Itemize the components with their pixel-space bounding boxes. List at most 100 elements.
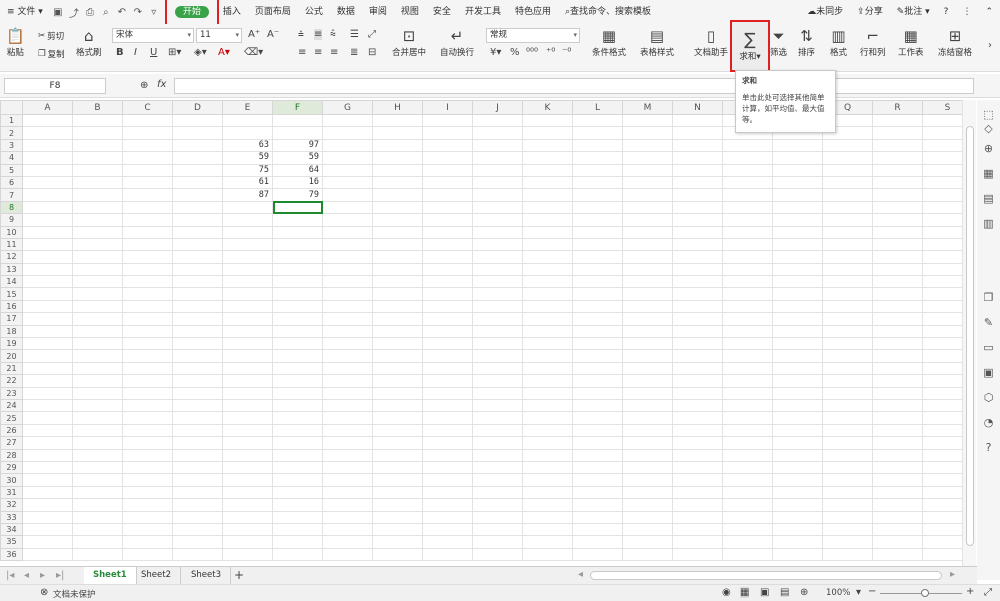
cell-H24[interactable] <box>372 398 423 413</box>
cell-L10[interactable] <box>572 225 623 239</box>
cell-J19[interactable] <box>472 337 523 351</box>
cell-J35[interactable] <box>472 535 523 549</box>
cell-B33[interactable] <box>72 510 123 524</box>
cell-M21[interactable] <box>622 361 673 376</box>
cell-M27[interactable] <box>622 436 673 450</box>
cell-J31[interactable] <box>472 485 523 500</box>
cell-M33[interactable] <box>622 510 673 524</box>
cell-K14[interactable] <box>522 275 573 289</box>
cell-O14[interactable] <box>722 275 773 289</box>
cell-K29[interactable] <box>522 460 573 475</box>
cell-R27[interactable] <box>872 436 923 450</box>
fx-icon[interactable]: fx <box>157 79 166 90</box>
cell-B13[interactable] <box>72 262 123 277</box>
cell-N28[interactable] <box>672 448 723 462</box>
cell-C9[interactable] <box>122 213 173 227</box>
cell-Q15[interactable] <box>822 287 873 301</box>
cell-P16[interactable] <box>772 299 823 314</box>
cell-D19[interactable] <box>172 337 223 351</box>
cell-M28[interactable] <box>622 448 673 462</box>
cell-O17[interactable] <box>722 312 773 326</box>
cell-N8[interactable] <box>672 200 723 215</box>
cell-P36[interactable] <box>772 547 823 562</box>
cell-L5[interactable] <box>572 163 623 177</box>
cell-B21[interactable] <box>72 361 123 376</box>
cell-B17[interactable] <box>72 312 123 326</box>
cell-A36[interactable] <box>22 547 73 562</box>
cell-B25[interactable] <box>72 411 123 425</box>
cell-I5[interactable] <box>422 163 473 177</box>
cell-C19[interactable] <box>122 337 173 351</box>
cell-B10[interactable] <box>72 225 123 239</box>
clear-icon[interactable]: ⌫▾ <box>244 47 263 58</box>
cell-M18[interactable] <box>622 324 673 339</box>
cell-N26[interactable] <box>672 423 723 438</box>
cell-H17[interactable] <box>372 312 423 326</box>
cell-I22[interactable] <box>422 374 473 388</box>
cell-L20[interactable] <box>572 349 623 363</box>
cell-R17[interactable] <box>872 312 923 326</box>
cell-O11[interactable] <box>722 237 773 252</box>
cell-L9[interactable] <box>572 213 623 227</box>
cell-S24[interactable] <box>922 398 962 413</box>
cell-M22[interactable] <box>622 374 673 388</box>
cell-B31[interactable] <box>72 485 123 500</box>
cell-H33[interactable] <box>372 510 423 524</box>
cell-I17[interactable] <box>422 312 473 326</box>
cell-G17[interactable] <box>322 312 373 326</box>
cell-P33[interactable] <box>772 510 823 524</box>
cell-N5[interactable] <box>672 163 723 177</box>
cell-Q4[interactable] <box>822 151 873 165</box>
cell-R22[interactable] <box>872 374 923 388</box>
cell-C17[interactable] <box>122 312 173 326</box>
cell-F31[interactable] <box>272 485 323 500</box>
cell-I15[interactable] <box>422 287 473 301</box>
row-column-button[interactable]: ⌐ 行和列 <box>860 26 886 58</box>
cell-Q28[interactable] <box>822 448 873 462</box>
cell-P26[interactable] <box>772 423 823 438</box>
normal-view-icon[interactable]: ▦ <box>740 587 750 598</box>
cell-L12[interactable] <box>572 250 623 264</box>
cell-J20[interactable] <box>472 349 523 363</box>
cell-F6[interactable]: 16 <box>272 175 323 190</box>
cell-D22[interactable] <box>172 374 223 388</box>
cell-L35[interactable] <box>572 535 623 549</box>
cell-A24[interactable] <box>22 398 73 413</box>
cell-M9[interactable] <box>622 213 673 227</box>
cell-B18[interactable] <box>72 324 123 339</box>
align-left-icon[interactable]: ≡ <box>298 47 306 58</box>
cell-E10[interactable] <box>222 225 273 239</box>
increase-decimal-icon[interactable]: ⁺⁰ <box>546 47 555 58</box>
cell-Q26[interactable] <box>822 423 873 438</box>
cell-D7[interactable] <box>172 188 223 202</box>
cell-C20[interactable] <box>122 349 173 363</box>
table-style-button[interactable]: ▤ 表格样式 <box>640 26 674 58</box>
bold-button[interactable]: B <box>116 47 124 58</box>
cell-B7[interactable] <box>72 188 123 202</box>
cell-K8[interactable] <box>522 200 573 215</box>
cell-N4[interactable] <box>672 151 723 165</box>
cell-A6[interactable] <box>22 175 73 190</box>
cell-K6[interactable] <box>522 175 573 190</box>
shield-icon[interactable]: ⬡ <box>981 391 996 406</box>
cell-F13[interactable] <box>272 262 323 277</box>
column-header-H[interactable]: H <box>372 100 423 115</box>
column-header-A[interactable]: A <box>22 100 73 115</box>
cell-D1[interactable] <box>172 113 223 128</box>
cell-L28[interactable] <box>572 448 623 462</box>
cell-L23[interactable] <box>572 386 623 401</box>
cell-C33[interactable] <box>122 510 173 524</box>
cell-G35[interactable] <box>322 535 373 549</box>
cell-P11[interactable] <box>772 237 823 252</box>
cell-M11[interactable] <box>622 237 673 252</box>
fullscreen-icon[interactable]: ⤢ <box>984 587 992 598</box>
cell-D5[interactable] <box>172 163 223 177</box>
cell-L14[interactable] <box>572 275 623 289</box>
cell-D27[interactable] <box>172 436 223 450</box>
cell-S29[interactable] <box>922 460 962 475</box>
justify-icon[interactable]: ≣ <box>350 47 358 58</box>
cell-P23[interactable] <box>772 386 823 401</box>
row-header[interactable]: 21 <box>0 361 23 376</box>
cell-L30[interactable] <box>572 473 623 487</box>
page-layout-view-icon[interactable]: ▣ <box>760 587 769 598</box>
